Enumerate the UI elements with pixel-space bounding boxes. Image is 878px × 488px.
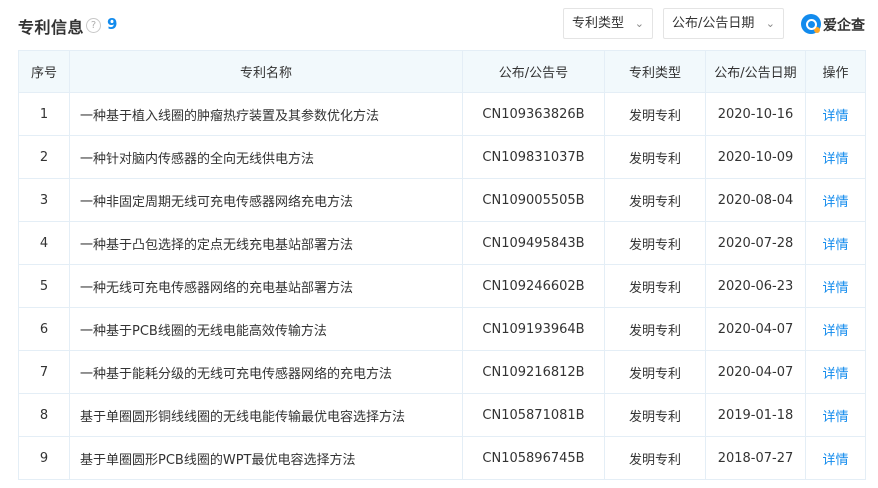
patent-date: 2018-07-27 [705,436,806,480]
row-index: 5 [18,264,70,308]
table-row: 7 一种基于能耗分级的无线可充电传感器网络的充电方法 CN109216812B … [18,350,866,394]
row-index: 9 [18,436,70,480]
row-index: 6 [18,307,70,351]
patent-date: 2020-07-28 [705,221,806,265]
table-row: 2 一种针对脑内传感器的全向无线供电方法 CN109831037B 发明专利 2… [18,135,866,179]
patent-date: 2020-06-23 [705,264,806,308]
column-header-index: 序号 [18,50,70,93]
brand-name: 爱企查 [823,18,865,34]
detail-link[interactable]: 详情 [805,221,866,265]
row-index: 1 [18,92,70,136]
section-title: 专利信息 [18,18,85,37]
row-index: 4 [18,221,70,265]
patent-pub-no: CN109831037B [462,135,605,179]
detail-link[interactable]: 详情 [805,178,866,222]
patent-pub-no: CN109216812B [462,350,605,394]
detail-link[interactable]: 详情 [805,92,866,136]
patent-name: 基于单圈圆形PCB线圈的WPT最优电容选择方法 [69,436,463,480]
detail-link[interactable]: 详情 [805,264,866,308]
patent-count: 9 [107,15,118,33]
patent-pub-no: CN109363826B [462,92,605,136]
table-row: 1 一种基于植入线圈的肿瘤热疗装置及其参数优化方法 CN109363826B 发… [18,92,866,136]
patent-pub-no: CN109005505B [462,178,605,222]
patent-pub-no: CN109246602B [462,264,605,308]
patent-type: 发明专利 [604,264,706,308]
detail-link[interactable]: 详情 [805,135,866,179]
column-header-name: 专利名称 [69,50,463,93]
publish-date-dropdown-label: 公布/公告日期 [672,16,755,31]
detail-link[interactable]: 详情 [805,393,866,437]
patent-name: 一种无线可充电传感器网络的充电基站部署方法 [69,264,463,308]
patent-type: 发明专利 [604,178,706,222]
column-header-date: 公布/公告日期 [705,50,806,93]
patent-date: 2020-08-04 [705,178,806,222]
patent-type-dropdown-label: 专利类型 [572,16,625,31]
row-index: 2 [18,135,70,179]
patent-table: 序号 专利名称 公布/公告号 专利类型 公布/公告日期 操作 1 一种基于植入线… [18,50,866,480]
patent-name: 一种非固定周期无线可充电传感器网络充电方法 [69,178,463,222]
detail-link[interactable]: 详情 [805,436,866,480]
detail-link[interactable]: 详情 [805,350,866,394]
patent-pub-no: CN109193964B [462,307,605,351]
patent-date: 2020-10-16 [705,92,806,136]
table-header-row: 序号 专利名称 公布/公告号 专利类型 公布/公告日期 操作 [18,50,866,93]
patent-name: 一种基于植入线圈的肿瘤热疗装置及其参数优化方法 [69,92,463,136]
detail-link[interactable]: 详情 [805,307,866,351]
table-row: 9 基于单圈圆形PCB线圈的WPT最优电容选择方法 CN105896745B 发… [18,436,866,480]
patent-date: 2020-04-07 [705,307,806,351]
patent-name: 一种针对脑内传感器的全向无线供电方法 [69,135,463,179]
patent-date: 2020-04-07 [705,350,806,394]
patent-type: 发明专利 [604,393,706,437]
patent-date: 2019-01-18 [705,393,806,437]
column-header-action: 操作 [805,50,866,93]
patent-name: 一种基于能耗分级的无线可充电传感器网络的充电方法 [69,350,463,394]
patent-name: 基于单圈圆形铜线线圈的无线电能传输最优电容选择方法 [69,393,463,437]
patent-name: 一种基于PCB线圈的无线电能高效传输方法 [69,307,463,351]
column-header-pub-no: 公布/公告号 [462,50,605,93]
patent-pub-no: CN109495843B [462,221,605,265]
patent-date: 2020-10-09 [705,135,806,179]
patent-type: 发明专利 [604,307,706,351]
table-row: 6 一种基于PCB线圈的无线电能高效传输方法 CN109193964B 发明专利… [18,307,866,351]
chevron-down-icon: ⌄ [634,17,644,30]
row-index: 3 [18,178,70,222]
aiqicha-logo-icon [801,14,821,34]
table-row: 4 一种基于凸包选择的定点无线充电基站部署方法 CN109495843B 发明专… [18,221,866,265]
patent-type: 发明专利 [604,436,706,480]
patent-pub-no: CN105896745B [462,436,605,480]
table-row: 3 一种非固定周期无线可充电传感器网络充电方法 CN109005505B 发明专… [18,178,866,222]
table-row: 5 一种无线可充电传感器网络的充电基站部署方法 CN109246602B 发明专… [18,264,866,308]
help-icon[interactable]: ? [86,18,101,33]
column-header-type: 专利类型 [604,50,706,93]
patent-type-dropdown[interactable]: 专利类型 ⌄ [563,8,653,39]
section-header: 专利信息 ? 9 专利类型 ⌄ 公布/公告日期 ⌄ 爱企查 [0,0,878,50]
patent-pub-no: CN105871081B [462,393,605,437]
chevron-down-icon: ⌄ [765,17,775,30]
publish-date-dropdown[interactable]: 公布/公告日期 ⌄ [663,8,784,39]
patent-name: 一种基于凸包选择的定点无线充电基站部署方法 [69,221,463,265]
patent-type: 发明专利 [604,135,706,179]
patent-type: 发明专利 [604,350,706,394]
patent-type: 发明专利 [604,92,706,136]
patent-type: 发明专利 [604,221,706,265]
row-index: 7 [18,350,70,394]
table-row: 8 基于单圈圆形铜线线圈的无线电能传输最优电容选择方法 CN105871081B… [18,393,866,437]
row-index: 8 [18,393,70,437]
